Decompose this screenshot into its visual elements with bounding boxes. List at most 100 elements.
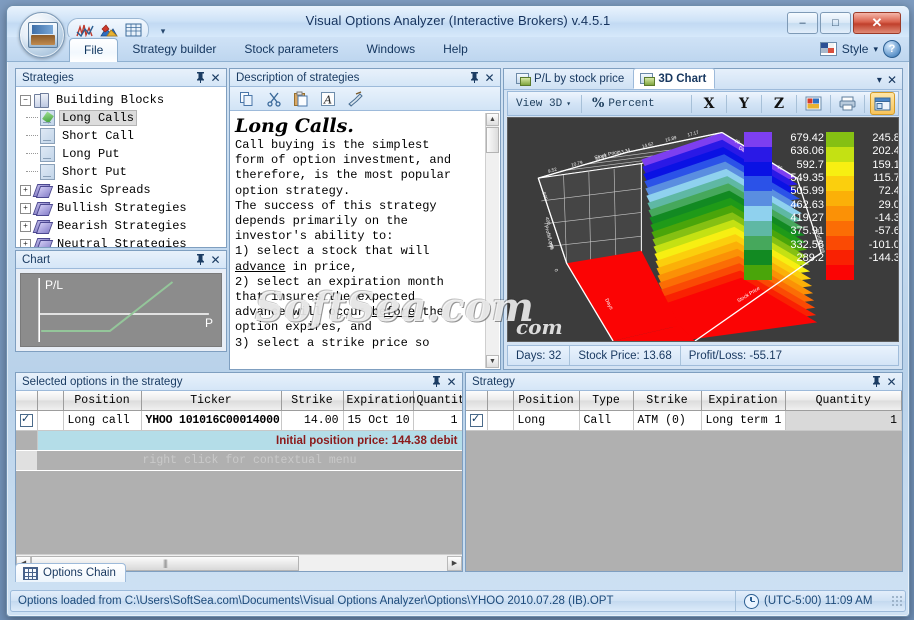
col-color[interactable] — [37, 391, 64, 411]
close-button[interactable]: ✕ — [853, 12, 901, 34]
tree-line — [26, 135, 38, 137]
legend-left-colorbar — [744, 132, 772, 280]
pin-icon[interactable] — [869, 374, 884, 389]
axis-z-button[interactable]: Z — [767, 93, 791, 114]
tab-label: Options Chain — [43, 567, 116, 579]
app-orb-button[interactable] — [19, 12, 65, 58]
tree-node-short-put[interactable]: Short Put — [26, 163, 226, 181]
row-checkbox-cell[interactable] — [466, 410, 488, 431]
clock-icon — [744, 593, 759, 609]
tree-toggle-icon[interactable]: − — [20, 94, 31, 106]
tree-line — [26, 117, 38, 119]
pin-icon[interactable] — [193, 252, 208, 267]
col-check[interactable] — [466, 391, 488, 411]
pin-icon[interactable] — [429, 374, 444, 389]
context-hint-row: right click for contextual menu — [16, 450, 462, 471]
strategy-grid[interactable]: Position Type Strike Expiration Quantity — [466, 391, 902, 571]
axis-x-button[interactable]: X — [697, 93, 721, 114]
maximize-button[interactable]: □ — [820, 12, 851, 34]
chart-tab-icon — [516, 72, 531, 86]
tree-toggle-icon[interactable]: + — [20, 238, 31, 247]
tree-node-bearish-strategies[interactable]: + Bearish Strategies — [20, 217, 226, 235]
tree-node-basic-spreads[interactable]: + Basic Spreads — [20, 181, 226, 199]
tree-node-building-blocks[interactable]: − Building Blocks — [20, 91, 226, 109]
help-icon[interactable]: ? — [883, 40, 901, 58]
row-checkbox-cell[interactable] — [16, 410, 38, 431]
close-icon[interactable]: ✕ — [208, 252, 223, 267]
close-icon[interactable]: ✕ — [444, 374, 459, 389]
font-icon[interactable]: A — [316, 89, 340, 109]
pin-icon[interactable] — [193, 70, 208, 85]
minimize-button[interactable]: – — [787, 12, 818, 34]
col-color[interactable] — [487, 391, 514, 411]
percent-button[interactable]: % Percent — [587, 93, 660, 114]
row-checkbox[interactable] — [470, 412, 483, 427]
tab-windows[interactable]: Windows — [352, 37, 429, 61]
tree-node-long-calls[interactable]: Long Calls — [26, 109, 226, 127]
close-icon[interactable]: ✕ — [884, 374, 899, 389]
view-3d-button[interactable]: View 3D ▾ — [511, 93, 576, 114]
chart-panel-title: Chart — [22, 253, 51, 266]
copy-icon[interactable] — [235, 89, 259, 109]
page-icon — [40, 146, 55, 162]
surface-plot[interactable]: Stock Price Days Profit/Loss Profit/Loss… — [507, 117, 899, 342]
tab-options-chain[interactable]: Options Chain — [15, 563, 126, 582]
description-text-area[interactable]: Long Calls. Call buying is the simplest … — [230, 112, 500, 369]
scroll-up-icon[interactable]: ▲ — [486, 113, 499, 126]
tree-toggle-icon[interactable]: + — [20, 220, 31, 232]
col-quantity[interactable]: Quantity — [413, 391, 462, 411]
style-caret-icon[interactable]: ▾ — [873, 44, 878, 55]
tree-node-label: Basic Spreads — [57, 183, 151, 197]
col-type[interactable]: Type — [579, 391, 634, 411]
tab-stock-parameters[interactable]: Stock parameters — [230, 37, 352, 61]
tree-toggle-icon[interactable]: + — [20, 202, 31, 214]
col-expiration[interactable]: Expiration — [701, 391, 786, 411]
fullscreen-icon[interactable] — [870, 92, 895, 115]
cut-icon[interactable] — [262, 89, 286, 109]
close-icon[interactable]: ✕ — [482, 70, 497, 85]
axis-y-button[interactable]: Y — [732, 93, 756, 114]
col-check[interactable] — [16, 391, 38, 411]
tab-menu-icon[interactable]: ▾ — [877, 75, 882, 86]
col-strike[interactable]: Strike — [633, 391, 702, 411]
tab-strategy-builder[interactable]: Strategy builder — [118, 37, 230, 61]
strategies-panel-header: Strategies ✕ — [16, 69, 226, 87]
col-expiration[interactable]: Expiration — [343, 391, 416, 411]
tab-help[interactable]: Help — [429, 37, 482, 61]
tab-3d-chart[interactable]: 3D Chart — [633, 68, 716, 89]
col-ticker[interactable]: Ticker — [141, 391, 282, 411]
style-button-label[interactable]: Style — [842, 42, 869, 56]
table-row: Long Call ATM (0) Long term 1 1 — [466, 410, 902, 431]
tree-toggle-icon[interactable]: + — [20, 184, 31, 196]
strategy-table: Position Type Strike Expiration Quantity — [466, 391, 902, 431]
tree-node-neutral-strategies[interactable]: + Neutral Strategies — [20, 235, 226, 247]
legend-value: -14.31 — [874, 212, 898, 225]
close-icon[interactable]: ✕ — [208, 70, 223, 85]
scroll-down-icon[interactable]: ▼ — [486, 355, 499, 368]
scrollbar-thumb[interactable] — [486, 127, 499, 153]
cell-position: Long call — [63, 410, 142, 431]
selected-options-grid[interactable]: Position Ticker Strike Expiration Quanti… — [16, 391, 462, 571]
tab-file[interactable]: File — [69, 38, 119, 62]
payoff-thumbnail[interactable]: P/L P — [20, 273, 222, 347]
print-icon[interactable] — [836, 93, 859, 114]
row-checkbox[interactable] — [20, 412, 33, 427]
toolbar-separator — [796, 94, 797, 113]
tab-pl-by-stock-price[interactable]: P/L by stock price — [509, 68, 633, 89]
resize-grip[interactable] — [891, 595, 903, 607]
tree-node-bullish-strategies[interactable]: + Bullish Strategies — [20, 199, 226, 217]
col-position[interactable]: Position — [63, 391, 142, 411]
col-quantity[interactable]: Quantity — [785, 391, 902, 411]
cell-position: Long — [513, 410, 580, 431]
pin-icon[interactable] — [467, 70, 482, 85]
tree-node-long-put[interactable]: Long Put — [26, 145, 226, 163]
description-scrollbar[interactable]: ▲ ▼ — [485, 113, 499, 368]
paste-icon[interactable] — [289, 89, 313, 109]
tab-close-icon[interactable]: ✕ — [887, 73, 897, 87]
col-strike[interactable]: Strike — [281, 391, 344, 411]
col-position[interactable]: Position — [513, 391, 580, 411]
palette-icon[interactable] — [802, 93, 825, 114]
chart-tab-icon — [640, 72, 656, 86]
tree-node-short-call[interactable]: Short Call — [26, 127, 226, 145]
erase-icon[interactable] — [343, 89, 367, 109]
